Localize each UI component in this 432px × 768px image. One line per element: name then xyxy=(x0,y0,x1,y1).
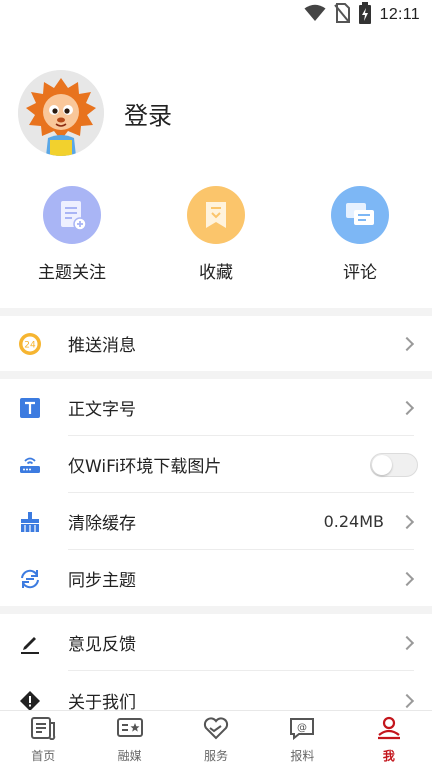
tab-home-label: 首页 xyxy=(31,748,56,763)
topic-follow-icon xyxy=(43,186,101,244)
battery-charging-icon xyxy=(358,2,372,28)
bottom-tab-bar: 首页 融媒 服务 @ 报料 我 xyxy=(0,710,432,768)
menu-feedback-label: 意见反馈 xyxy=(68,635,136,655)
menu-clear-cache-label: 清除缓存 xyxy=(68,514,136,534)
menu-sync-topics-label: 同步主题 xyxy=(68,571,136,591)
router-icon xyxy=(18,453,42,477)
tab-media[interactable]: 融媒 xyxy=(86,711,172,768)
quick-bookmark-label: 收藏 xyxy=(199,263,233,283)
news-icon xyxy=(30,716,56,744)
svg-text:@: @ xyxy=(297,722,307,733)
section-gap xyxy=(0,606,432,614)
push-24-icon: 24 xyxy=(18,332,42,356)
bookmark-icon xyxy=(187,186,245,244)
chevron-right-icon xyxy=(399,693,415,708)
toggle-knob xyxy=(372,454,392,475)
menu-push-messages[interactable]: 24 推送消息 xyxy=(0,315,432,372)
wifi-images-toggle[interactable] xyxy=(370,452,418,477)
quick-actions: 主题关注 收藏 评论 xyxy=(0,186,432,286)
menu-clear-cache[interactable]: 清除缓存 0.24MB xyxy=(0,493,432,550)
status-time: 12:11 xyxy=(379,6,420,23)
menu-font-size[interactable]: 正文字号 xyxy=(0,379,432,436)
chevron-right-icon xyxy=(399,400,415,415)
menu-sync-topics[interactable]: 同步主题 xyxy=(0,550,432,607)
menu-font-size-label: 正文字号 xyxy=(68,400,136,420)
tab-report-label: 报料 xyxy=(290,748,315,763)
tab-me[interactable]: 我 xyxy=(346,711,432,768)
divider xyxy=(68,670,414,671)
quick-comment[interactable]: 评论 xyxy=(300,186,420,283)
menu-push-label: 推送消息 xyxy=(68,336,136,356)
no-sim-icon xyxy=(333,3,350,27)
tab-services-label: 服务 xyxy=(204,748,229,763)
quick-bookmark[interactable]: 收藏 xyxy=(156,186,276,283)
heart-service-icon xyxy=(202,716,230,744)
chevron-right-icon xyxy=(399,336,415,351)
wifi-icon xyxy=(304,4,326,26)
pencil-icon xyxy=(18,631,42,655)
section-gap xyxy=(0,371,432,379)
tab-home[interactable]: 首页 xyxy=(0,711,86,768)
chevron-right-icon xyxy=(399,514,415,529)
tab-me-label: 我 xyxy=(382,748,395,763)
tab-media-label: 融媒 xyxy=(117,748,142,763)
status-bar: 12:11 xyxy=(0,0,432,30)
avatar[interactable] xyxy=(18,70,104,156)
profile-header[interactable]: 登录 xyxy=(18,70,172,156)
tab-report[interactable]: @ 报料 xyxy=(259,711,345,768)
sync-icon xyxy=(18,567,42,591)
tab-services[interactable]: 服务 xyxy=(173,711,259,768)
chevron-right-icon xyxy=(399,635,415,650)
chevron-right-icon xyxy=(399,571,415,586)
comment-icon xyxy=(331,186,389,244)
quick-comment-label: 评论 xyxy=(343,263,377,283)
media-icon xyxy=(116,716,144,744)
broom-icon xyxy=(18,510,42,534)
menu-wifi-images-label: 仅WiFi环境下载图片 xyxy=(68,457,222,477)
quick-topic-follow-label: 主题关注 xyxy=(38,263,106,283)
cache-size-value: 0.24MB xyxy=(323,512,384,531)
text-size-icon xyxy=(18,396,42,420)
quick-topic-follow[interactable]: 主题关注 xyxy=(12,186,132,283)
svg-text:24: 24 xyxy=(24,340,36,350)
info-warning-icon xyxy=(18,689,42,713)
menu-wifi-images: 仅WiFi环境下载图片 xyxy=(0,436,432,493)
report-icon: @ xyxy=(288,716,316,744)
login-link[interactable]: 登录 xyxy=(124,96,172,131)
menu-feedback[interactable]: 意见反馈 xyxy=(0,614,432,671)
user-icon xyxy=(375,716,403,744)
